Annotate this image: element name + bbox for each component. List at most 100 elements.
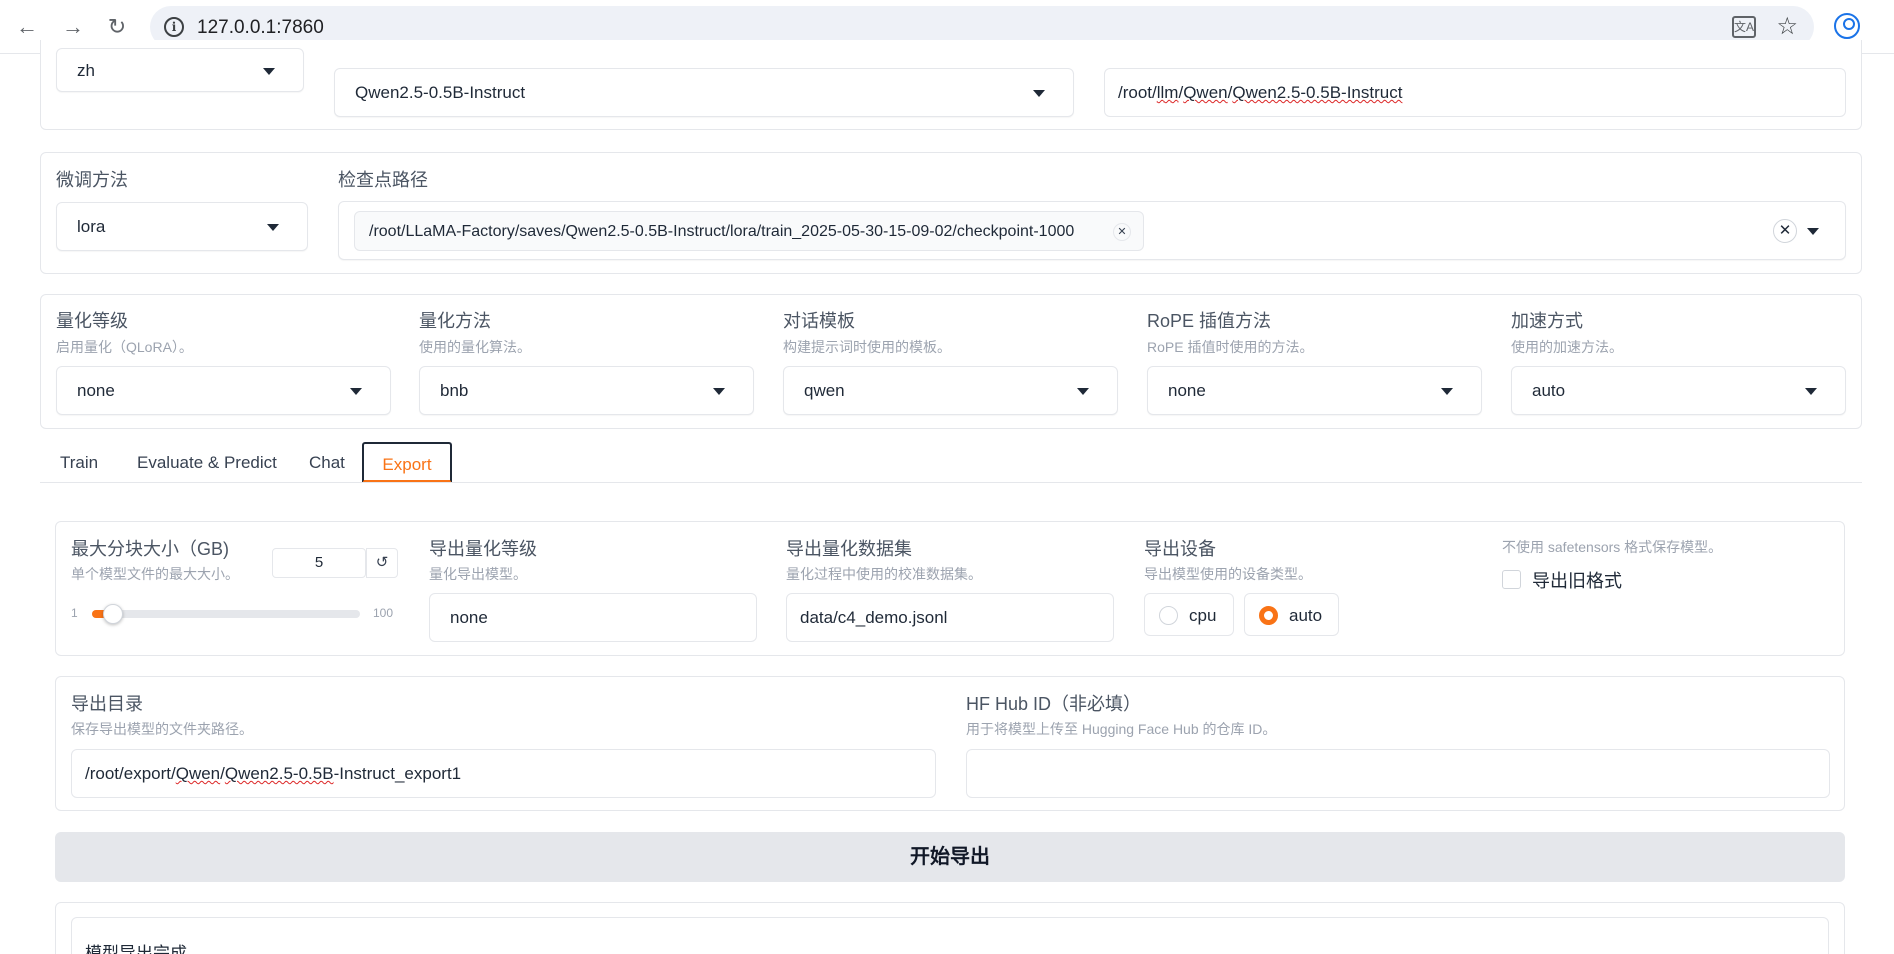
export-dir-segment: Qwen2.5-0.5B (224, 764, 334, 783)
quant-method-select[interactable]: bnb (419, 366, 754, 415)
profile-avatar-icon[interactable] (1834, 13, 1860, 39)
chevron-down-icon (713, 388, 725, 395)
export-shard-size-label: 最大分块大小（GB) (71, 539, 230, 559)
template-select[interactable]: qwen (783, 366, 1118, 415)
export-device-description: 导出模型使用的设备类型。 (1144, 566, 1312, 582)
quant-method-description: 使用的量化算法。 (419, 339, 531, 355)
forward-arrow-icon[interactable]: → (58, 12, 88, 42)
checkpoint-chip-label: /root/LLaMA-Factory/saves/Qwen2.5-0.5B-I… (369, 223, 1075, 240)
booster-label: 加速方式 (1511, 311, 1583, 331)
quant-bit-value: none (77, 381, 115, 400)
export-dir-panel: 导出目录 保存导出模型的文件夹路径。 /root/export/Qwen/Qwe… (55, 676, 1845, 811)
model-path-value: /root/llm/Qwen/Qwen2.5-0.5B-Instruct (1118, 83, 1402, 103)
chevron-down-icon (1077, 388, 1089, 395)
radio-auto-label: auto (1289, 606, 1323, 625)
export-dir-value: /root/export/Qwen/Qwen2.5-0.5B-Instruct_… (85, 764, 461, 784)
model-path-input[interactable]: /root/llm/Qwen/Qwen2.5-0.5B-Instruct (1104, 68, 1846, 117)
slider-min-label: 1 (71, 606, 78, 620)
hub-id-description: 用于将模型上传至 Hugging Face Hub 的仓库 ID。 (966, 721, 1277, 737)
bookmark-star-icon[interactable]: ☆ (1776, 12, 1798, 41)
export-legacy-description: 不使用 safetensors 格式保存模型。 (1502, 539, 1723, 555)
export-quant-dataset-input[interactable]: data/c4_demo.jsonl (786, 593, 1114, 642)
model-path-segment: Qwen2.5-0.5B-Instruct (1232, 83, 1403, 102)
export-device-option-auto[interactable]: auto (1244, 593, 1339, 636)
quant-bit-description: 启用量化（QLoRA）。 (56, 339, 193, 355)
export-device-label: 导出设备 (1144, 539, 1216, 559)
chevron-down-icon (267, 224, 279, 231)
export-dir-description: 保存导出模型的文件夹路径。 (71, 721, 253, 737)
export-quant-bit-description: 量化导出模型。 (429, 566, 527, 582)
radio-auto[interactable] (1259, 606, 1278, 625)
quant-method-value: bnb (440, 381, 469, 400)
tab-chat[interactable]: Chat (309, 442, 345, 483)
clear-all-icon[interactable]: ✕ (1773, 219, 1797, 243)
remove-chip-icon[interactable]: ✕ (1113, 223, 1131, 241)
rope-scaling-select[interactable]: none (1147, 366, 1482, 415)
export-dir-segment: Qwen (175, 764, 221, 783)
export-shard-size-slider[interactable] (92, 604, 360, 624)
booster-select[interactable]: auto (1511, 366, 1846, 415)
tab-evaluate-predict[interactable]: Evaluate & Predict (137, 442, 277, 483)
quant-bit-label: 量化等级 (56, 311, 128, 331)
model-path-segment: llm (1156, 83, 1179, 102)
tab-train[interactable]: Train (60, 442, 98, 483)
chevron-down-icon (263, 68, 275, 75)
hub-id-input[interactable] (966, 749, 1830, 798)
checkpoint-chip: /root/LLaMA-Factory/saves/Qwen2.5-0.5B-I… (354, 211, 1144, 251)
reset-icon[interactable]: ↺ (366, 548, 398, 578)
chevron-down-icon (1441, 388, 1453, 395)
checkpoint-path-select[interactable]: /root/LLaMA-Factory/saves/Qwen2.5-0.5B-I… (338, 201, 1846, 260)
export-dir-prefix: /root/export/ (85, 764, 176, 783)
export-dir-input[interactable]: /root/export/Qwen/Qwen2.5-0.5B-Instruct_… (71, 749, 936, 798)
checkpoint-path-label: 检查点路径 (338, 170, 428, 190)
export-legacy-label: 导出旧格式 (1532, 571, 1622, 591)
export-dir-segment: -Instruct_export1 (333, 764, 462, 783)
finetune-method-select[interactable]: lora (56, 202, 308, 251)
tab-divider (40, 482, 1862, 483)
finetune-method-value: lora (77, 217, 106, 236)
back-arrow-icon[interactable]: ← (12, 12, 42, 42)
export-quant-dataset-value: data/c4_demo.jsonl (800, 608, 948, 627)
template-description: 构建提示词时使用的模板。 (783, 339, 951, 355)
export-shard-size-input[interactable]: 5 (272, 548, 366, 578)
model-name-select[interactable]: Qwen2.5-0.5B-Instruct (334, 68, 1074, 117)
site-info-icon[interactable]: i (164, 17, 184, 37)
reload-icon[interactable]: ↻ (102, 12, 132, 42)
template-value: qwen (804, 381, 845, 400)
quant-bit-select[interactable]: none (56, 366, 391, 415)
model-path-prefix: /root/ (1118, 83, 1157, 102)
rope-scaling-description: RoPE 插值时使用的方法。 (1147, 339, 1314, 355)
chevron-down-icon (1805, 388, 1817, 395)
chevron-down-icon[interactable] (1807, 228, 1819, 235)
export-dir-label: 导出目录 (71, 694, 143, 714)
translate-icon[interactable]: 文A (1732, 16, 1756, 38)
export-quant-dataset-label: 导出量化数据集 (786, 539, 912, 559)
slider-thumb[interactable] (103, 604, 123, 624)
hub-id-label: HF Hub ID（非必填） (966, 694, 1142, 714)
rope-scaling-label: RoPE 插值方法 (1147, 311, 1272, 331)
tab-export[interactable]: Export (362, 442, 452, 483)
radio-cpu[interactable] (1159, 606, 1178, 625)
address-url[interactable]: 127.0.0.1:7860 (197, 17, 324, 39)
export-quant-bit-value: none (450, 608, 488, 627)
output-box[interactable]: 模型导出完成。 (71, 917, 1829, 954)
export-quant-dataset-description: 量化过程中使用的校准数据集。 (786, 566, 982, 582)
browser-menu-icon[interactable]: ⋮ (1886, 14, 1894, 38)
chevron-down-icon (350, 388, 362, 395)
model-name-value: Qwen2.5-0.5B-Instruct (355, 83, 526, 102)
rope-scaling-value: none (1168, 381, 1206, 400)
slider-max-label: 100 (373, 606, 394, 620)
radio-cpu-label: cpu (1189, 606, 1217, 625)
model-settings-panel: zh Qwen2.5-0.5B-Instruct /root/llm/Qwen/… (40, 40, 1862, 130)
quant-method-label: 量化方法 (419, 311, 491, 331)
template-label: 对话模板 (783, 311, 855, 331)
export-legacy-checkbox[interactable] (1502, 570, 1521, 589)
booster-description: 使用的加速方法。 (1511, 339, 1623, 355)
language-select[interactable]: zh (56, 48, 304, 92)
export-quant-bit-select[interactable]: none (429, 593, 757, 642)
chevron-down-icon (1033, 90, 1045, 97)
export-device-option-cpu[interactable]: cpu (1144, 593, 1234, 636)
quantization-panel: 量化等级 启用量化（QLoRA）。 none 量化方法 使用的量化算法。 bnb… (40, 294, 1862, 429)
finetune-method-label: 微调方法 (56, 170, 128, 190)
start-export-button[interactable]: 开始导出 (55, 832, 1845, 882)
